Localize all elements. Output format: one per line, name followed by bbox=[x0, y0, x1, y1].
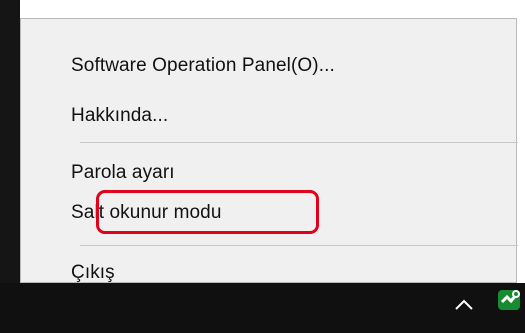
caret-up-icon[interactable] bbox=[452, 297, 476, 313]
taskbar bbox=[0, 283, 525, 333]
menu-separator bbox=[80, 245, 518, 246]
menu-item-label: Parola ayarı bbox=[71, 162, 175, 183]
menu-item-password-settings[interactable]: Parola ayarı bbox=[71, 156, 175, 190]
menu-item-label: Çıkış bbox=[71, 262, 115, 283]
menu-item-label: Software Operation Panel(O)... bbox=[71, 55, 335, 76]
highlight-annotation bbox=[96, 190, 319, 234]
context-menu: Software Operation Panel(O)... Hakkında.… bbox=[20, 18, 518, 283]
menu-item-software-operation-panel[interactable]: Software Operation Panel(O)... bbox=[71, 49, 335, 83]
menu-separator bbox=[80, 142, 518, 143]
menu-item-label: Hakkında... bbox=[71, 105, 169, 126]
menu-item-about[interactable]: Hakkında... bbox=[71, 99, 168, 133]
desktop-edge bbox=[0, 0, 20, 283]
scanner-app-icon[interactable] bbox=[497, 287, 523, 312]
